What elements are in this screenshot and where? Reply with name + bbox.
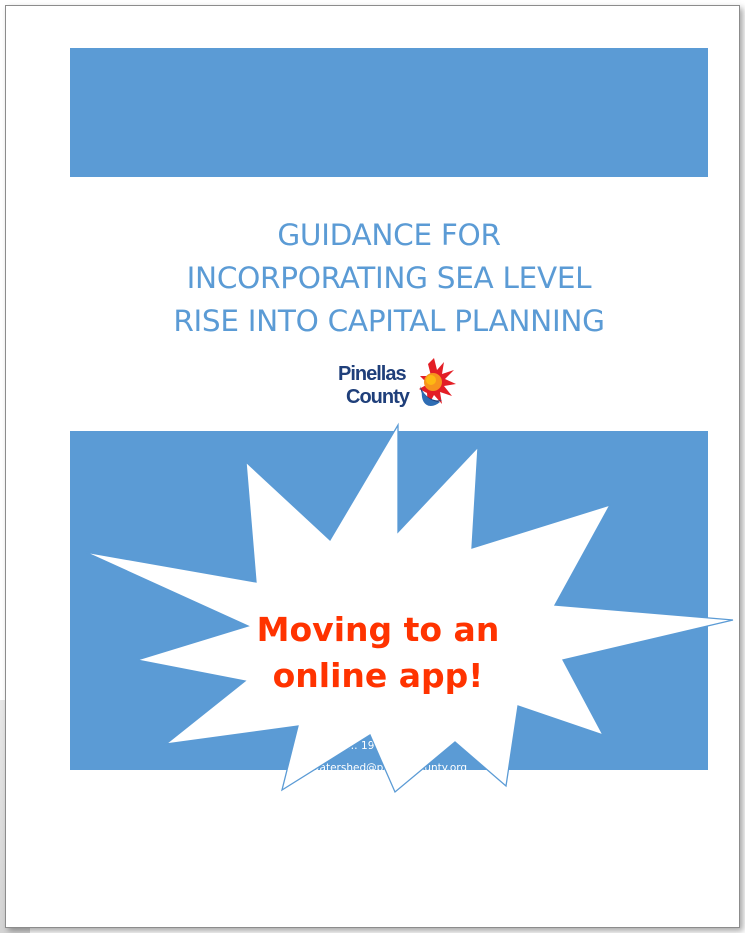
callout-line-1: Moving to an bbox=[256, 610, 500, 649]
facebook-link-text[interactable]: https://www.facebook.com/PinellasEnviroN… bbox=[265, 784, 513, 796]
contact-email-link[interactable]: watershed@pin… scounty.org bbox=[70, 762, 708, 774]
header-band bbox=[70, 48, 708, 177]
contact-facebook-link[interactable]: https://www.facebook.com/PinellasEnviroN… bbox=[70, 784, 708, 796]
title-line-2: INCORPORATING SEA LEVEL bbox=[186, 261, 592, 295]
title-line-3: RISE INTO CAPITAL PLANNING bbox=[173, 304, 605, 338]
document-page: GUIDANCE FOR INCORPORATING SEA LEVEL RIS… bbox=[5, 5, 740, 928]
callout-line-2: online app! bbox=[272, 656, 484, 695]
callout-text: Moving to an online app! bbox=[228, 607, 528, 699]
document-title: GUIDANCE FOR INCORPORATING SEA LEVEL RIS… bbox=[70, 214, 708, 343]
logo-text-county: County bbox=[346, 386, 411, 408]
sun-icon bbox=[419, 358, 456, 406]
email-link-text[interactable]: watershed@pin… scounty.org bbox=[311, 762, 467, 774]
contact-address: 22… 19 N, … ter, F… bbox=[333, 740, 445, 752]
footer-band bbox=[70, 431, 708, 770]
logo-text-pinellas: Pinellas bbox=[338, 363, 406, 385]
title-line-1: GUIDANCE FOR bbox=[277, 218, 501, 252]
pinellas-county-logo: Pinellas County bbox=[338, 358, 456, 408]
publication-date: September 2017 (Updated May 2018) bbox=[289, 806, 489, 818]
